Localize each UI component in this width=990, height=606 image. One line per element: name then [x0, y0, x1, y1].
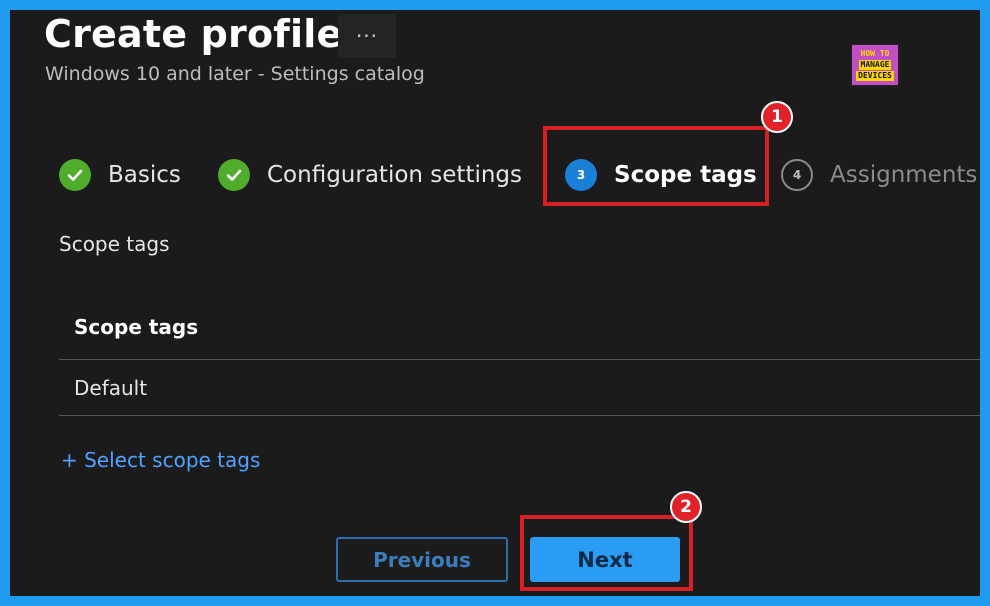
step-configuration-settings[interactable]: Configuration settings [218, 150, 522, 200]
logo-line-1: HOW TO [860, 49, 890, 58]
highlight-box-scope-tags [543, 126, 769, 206]
table-row: Default [59, 360, 980, 416]
page-title: Create profile [44, 12, 343, 56]
section-label: Scope tags [59, 232, 170, 256]
logo-line-3: DEVICES [856, 71, 894, 81]
step-number-icon: 4 [781, 159, 813, 191]
scope-tags-table: Scope tags Default [59, 294, 980, 416]
create-profile-pane: Create profile ··· Windows 10 and later … [10, 10, 980, 596]
step-label: Configuration settings [267, 162, 523, 188]
step-label: Basics [108, 162, 181, 188]
page-subtitle: Windows 10 and later - Settings catalog [45, 63, 425, 85]
step-label: Assignments [830, 162, 978, 188]
previous-button[interactable]: Previous [336, 537, 508, 582]
annotation-badge: 1 [761, 101, 793, 133]
more-options-button[interactable]: ··· [338, 14, 396, 58]
step-basics[interactable]: Basics [59, 150, 181, 200]
select-scope-tags-link[interactable]: + Select scope tags [61, 448, 260, 472]
step-assignments[interactable]: 4 Assignments [781, 150, 977, 200]
brand-logo: HOW TO MANAGE DEVICES [851, 44, 899, 86]
highlight-box-next [520, 515, 693, 591]
wizard-steps: Basics Configuration settings 3 Scope ta… [10, 150, 980, 206]
checkmark-icon [218, 159, 250, 191]
annotation-badge: 2 [670, 491, 702, 523]
checkmark-icon [59, 159, 91, 191]
logo-line-2: MANAGE [858, 60, 892, 70]
table-header: Scope tags [59, 294, 980, 360]
